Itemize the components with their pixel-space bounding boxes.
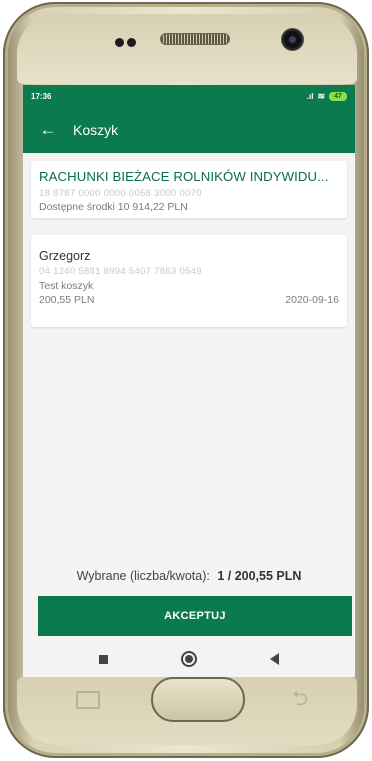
basket-content: RACHUNKI BIEŻACE ROLNIKÓW INDYWIDU... 18… [23, 153, 355, 327]
recent-apps-icon[interactable] [99, 654, 109, 664]
status-bar: 17:36 .ıl ≋ 47 [23, 85, 355, 107]
sensor-dots [115, 34, 139, 52]
account-number: 18 8787 0000 0000 0058 3000 0070 [39, 188, 202, 199]
hardware-back-key-icon[interactable]: ⮌ [292, 684, 308, 718]
app-bar: ← Koszyk [23, 107, 355, 153]
earpiece-speaker [160, 33, 230, 45]
phone-frame: 17:36 .ıl ≋ 47 ← Koszyk RACHUNKI BIEŻACE… [3, 2, 369, 758]
transfer-card[interactable]: Grzegorz 04 1240 5891 8994 5407 7863 054… [31, 235, 347, 327]
transfer-recipient: Grzegorz [39, 249, 91, 263]
home-icon[interactable] [180, 651, 197, 667]
hardware-home-button[interactable] [151, 677, 245, 722]
system-nav-bar [23, 641, 355, 677]
selected-summary-label: Wybrane (liczba/kwota): [76, 569, 210, 583]
hardware-recent-key-icon[interactable] [76, 691, 100, 709]
front-camera-icon [281, 28, 304, 51]
app-screen: 17:36 .ıl ≋ 47 ← Koszyk RACHUNKI BIEŻACE… [23, 85, 355, 677]
available-funds: Dostępne środki 10 914,22 PLN [39, 201, 188, 213]
status-time: 17:36 [31, 91, 52, 101]
transfer-account-number: 04 1240 5891 8994 5407 7863 0549 [39, 266, 202, 277]
transfer-date: 2020-09-16 [285, 294, 339, 306]
accept-button[interactable]: AKCEPTUJ [38, 596, 352, 636]
account-name: RACHUNKI BIEŻACE ROLNIKÓW INDYWIDU... [39, 169, 329, 184]
back-icon[interactable] [269, 653, 279, 665]
selected-summary-value: 1 / 200,55 PLN [217, 569, 302, 583]
status-icons: .ıl ≋ 47 [307, 91, 347, 102]
transfer-amount-row: 200,55 PLN 2020-09-16 [39, 294, 339, 306]
account-card[interactable]: RACHUNKI BIEŻACE ROLNIKÓW INDYWIDU... 18… [31, 161, 347, 218]
transfer-amount: 200,55 PLN [39, 294, 95, 306]
transfer-title: Test koszyk [39, 280, 94, 292]
wifi-icon: ≋ [317, 90, 325, 101]
signal-icon: .ıl [306, 91, 314, 101]
page-title: Koszyk [73, 122, 119, 138]
battery-icon: 47 [329, 91, 347, 101]
selection-summary-panel: Wybrane (liczba/kwota): 1 / 200,55 PLN A… [23, 559, 355, 645]
selected-summary: Wybrane (liczba/kwota): 1 / 200,55 PLN [23, 569, 355, 583]
phone-top-bezel [17, 14, 357, 84]
back-arrow-icon[interactable]: ← [23, 120, 73, 140]
